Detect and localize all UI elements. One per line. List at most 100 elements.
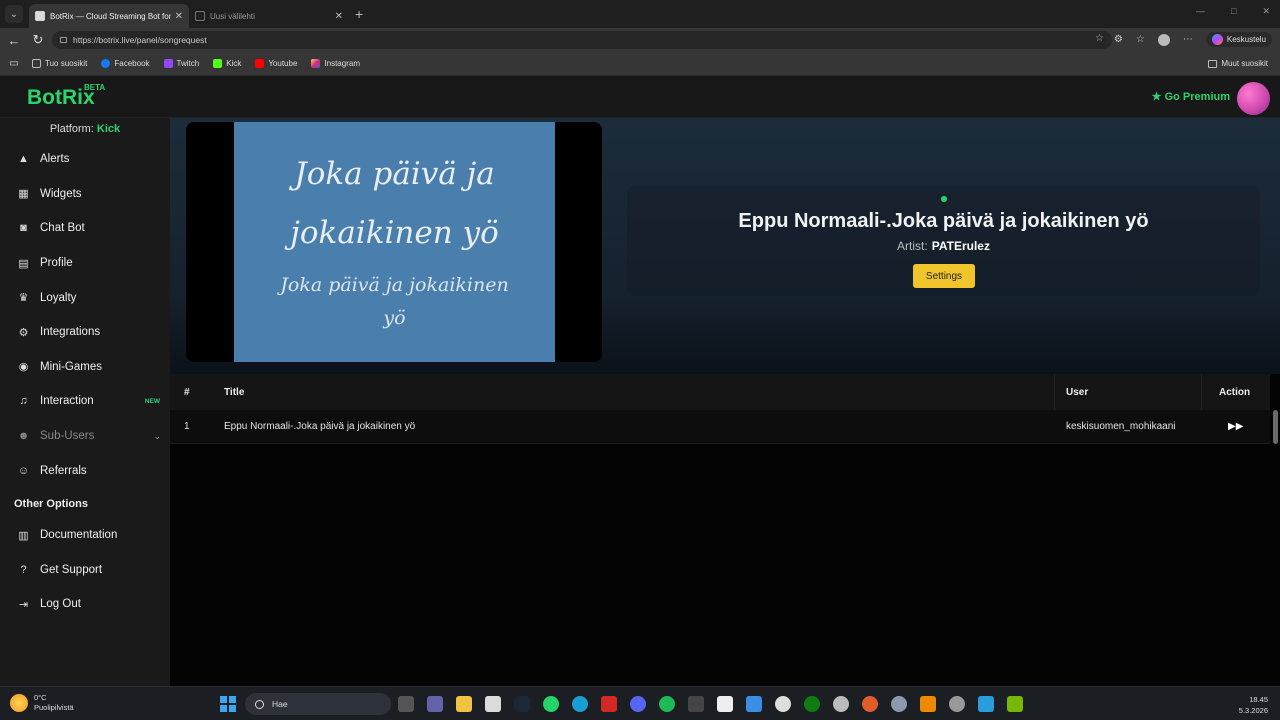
close-window-icon[interactable]: ✕ <box>1262 6 1270 17</box>
reload-icon[interactable]: ↻ <box>28 32 48 48</box>
botrix-favicon-icon <box>35 11 45 21</box>
mail-icon[interactable] <box>746 696 762 712</box>
sidebar-item-loyalty[interactable]: ♛ Loyalty <box>0 280 170 315</box>
obs-icon[interactable] <box>833 696 849 712</box>
favorites-icon[interactable]: ☆ <box>1136 34 1145 45</box>
store-icon[interactable] <box>485 696 501 712</box>
spotify-icon[interactable] <box>659 696 675 712</box>
tab-botrix[interactable]: BotRix — Cloud Streaming Bot for ✕ <box>29 4 189 28</box>
g-app-icon[interactable] <box>688 696 704 712</box>
profile-icon[interactable] <box>1157 33 1170 46</box>
snipping-icon[interactable] <box>949 696 965 712</box>
settings-button[interactable]: Settings <box>913 264 975 288</box>
date: 5.3.2026 <box>1238 706 1268 715</box>
trophy-icon: ♛ <box>18 292 29 305</box>
star-icon: ★ <box>1151 91 1162 103</box>
bookmark-label: Tuo suosikit <box>45 59 88 68</box>
url-field[interactable]: https://botrix.live/panel/songrequest ☆ <box>52 31 1112 49</box>
sidebar-item-alerts[interactable]: ▲ Alerts <box>0 142 170 177</box>
sidebar-item-integrations[interactable]: ⚙ Integrations <box>0 315 170 350</box>
avatar[interactable] <box>1237 82 1270 115</box>
xbox-icon[interactable] <box>804 696 820 712</box>
teams-icon[interactable] <box>427 696 443 712</box>
bookmark-instagram[interactable]: Instagram <box>311 59 360 68</box>
sidebar-item-mini-games[interactable]: ◉ Mini-Games <box>0 350 170 385</box>
tab-title: BotRix — Cloud Streaming Bot for <box>50 11 171 21</box>
sidebar-item-chat-bot[interactable]: ◙ Chat Bot <box>0 211 170 246</box>
sidebar-item-interaction[interactable]: ♫ Interaction NEW <box>0 384 170 419</box>
whatsapp-icon[interactable] <box>543 696 559 712</box>
tab-new-tab[interactable]: Uusi välilehti ✕ <box>189 4 349 28</box>
music-icon: ♫ <box>19 395 28 408</box>
close-tab-icon[interactable]: ✕ <box>175 11 183 22</box>
nvidia-icon[interactable] <box>1007 696 1023 712</box>
time: 18.45 <box>1249 695 1268 704</box>
close-tab-icon[interactable]: ✕ <box>335 11 343 22</box>
go-premium-button[interactable]: ★ Go Premium <box>1152 90 1230 103</box>
gear-app-icon[interactable] <box>891 696 907 712</box>
platform-label: Platform: <box>49 123 94 135</box>
sidebar-item-sub-users[interactable]: ☻ Sub-Users ⌄ <box>0 419 170 454</box>
extensions-icon[interactable]: ⚙ <box>1114 34 1123 45</box>
browser-app-icon[interactable] <box>862 696 878 712</box>
notepad-icon[interactable] <box>717 696 733 712</box>
row-user: keskisuomen_mohikaani <box>1066 421 1176 432</box>
vlc-icon[interactable] <box>920 696 936 712</box>
app-header: BotRix BETA ★ Go Premium <box>0 76 1280 118</box>
minimize-icon[interactable]: — <box>1196 6 1205 17</box>
tab-view-icon[interactable]: ▭ <box>4 58 24 69</box>
url-text: https://botrix.live/panel/songrequest <box>73 35 207 45</box>
settings-gear-icon[interactable] <box>775 696 791 712</box>
steam-icon[interactable] <box>514 696 530 712</box>
task-view-icon[interactable] <box>398 696 414 712</box>
referrals-icon: ☺ <box>17 464 30 477</box>
botrix-logo[interactable]: BotRix BETA <box>27 83 105 110</box>
temperature: 0°C <box>34 693 47 702</box>
id-card-icon: ▤ <box>18 257 29 270</box>
bookmark-youtube[interactable]: Youtube <box>255 59 297 68</box>
window-controls: — □ ✕ <box>1196 6 1270 17</box>
tab-actions-chevron-icon[interactable]: ⌄ <box>5 5 23 23</box>
browser-tab-strip: ⌄ BotRix — Cloud Streaming Bot for ✕ Uus… <box>0 0 1280 28</box>
youtube-icon <box>255 59 265 68</box>
discord-icon[interactable] <box>630 696 646 712</box>
page-favicon-icon <box>195 11 205 21</box>
copilot-button[interactable]: Keskustelu <box>1205 32 1272 47</box>
premium-label: Go Premium <box>1164 91 1230 103</box>
taskbar-apps <box>398 696 1023 712</box>
sidebar-item-documentation[interactable]: ▥ Documentation <box>0 518 170 553</box>
more-icon[interactable]: ⋯ <box>1183 34 1193 45</box>
bookmark-kick[interactable]: Kick <box>213 59 241 68</box>
sidebar-item-label: Widgets <box>40 187 82 200</box>
column-divider <box>1201 374 1202 410</box>
main-content: Joka päivä ja jokaikinen yö Joka päivä j… <box>170 118 1280 686</box>
bookmark-twitch[interactable]: Twitch <box>163 59 199 68</box>
edge-icon[interactable] <box>572 696 588 712</box>
sidebar-item-referrals[interactable]: ☺ Referrals <box>0 453 170 488</box>
artist-value: PATErulez <box>931 239 990 253</box>
file-explorer-icon[interactable] <box>456 696 472 712</box>
bookmark-facebook[interactable]: Facebook <box>101 59 150 68</box>
maximize-icon[interactable]: □ <box>1231 6 1236 17</box>
other-favorites[interactable]: Muut suosikit <box>1208 59 1268 68</box>
scrollbar[interactable] <box>1273 410 1278 444</box>
sidebar-item-profile[interactable]: ▤ Profile <box>0 246 170 281</box>
start-button-windows-icon[interactable] <box>220 696 236 712</box>
bookmark-import[interactable]: Tuo suosikit <box>32 59 87 68</box>
video-player[interactable]: Joka päivä ja jokaikinen yö Joka päivä j… <box>186 122 602 362</box>
favorite-star-icon[interactable]: ☆ <box>1095 33 1104 44</box>
video-caption-line: Joka päivä ja <box>294 156 495 192</box>
sidebar-item-get-support[interactable]: ? Get Support <box>0 553 170 588</box>
skip-song-icon[interactable]: ▶▶ <box>1228 410 1243 443</box>
instagram-icon <box>311 59 321 68</box>
weather-widget[interactable]: 0°C Puolipilvistä <box>10 693 74 713</box>
sidebar-item-widgets[interactable]: ▦ Widgets <box>0 177 170 212</box>
taskbar-search[interactable]: Hae <box>245 693 391 715</box>
sidebar-item-log-out[interactable]: ⇥ Log Out <box>0 587 170 622</box>
system-clock[interactable]: 18.45 5.3.2026 <box>1239 694 1268 716</box>
window-app-icon[interactable] <box>978 696 994 712</box>
back-arrow-icon[interactable]: ← <box>4 33 24 48</box>
new-tab-button[interactable]: + <box>355 6 363 22</box>
chevron-down-icon: ⌄ <box>153 430 161 441</box>
l-app-icon[interactable] <box>601 696 617 712</box>
